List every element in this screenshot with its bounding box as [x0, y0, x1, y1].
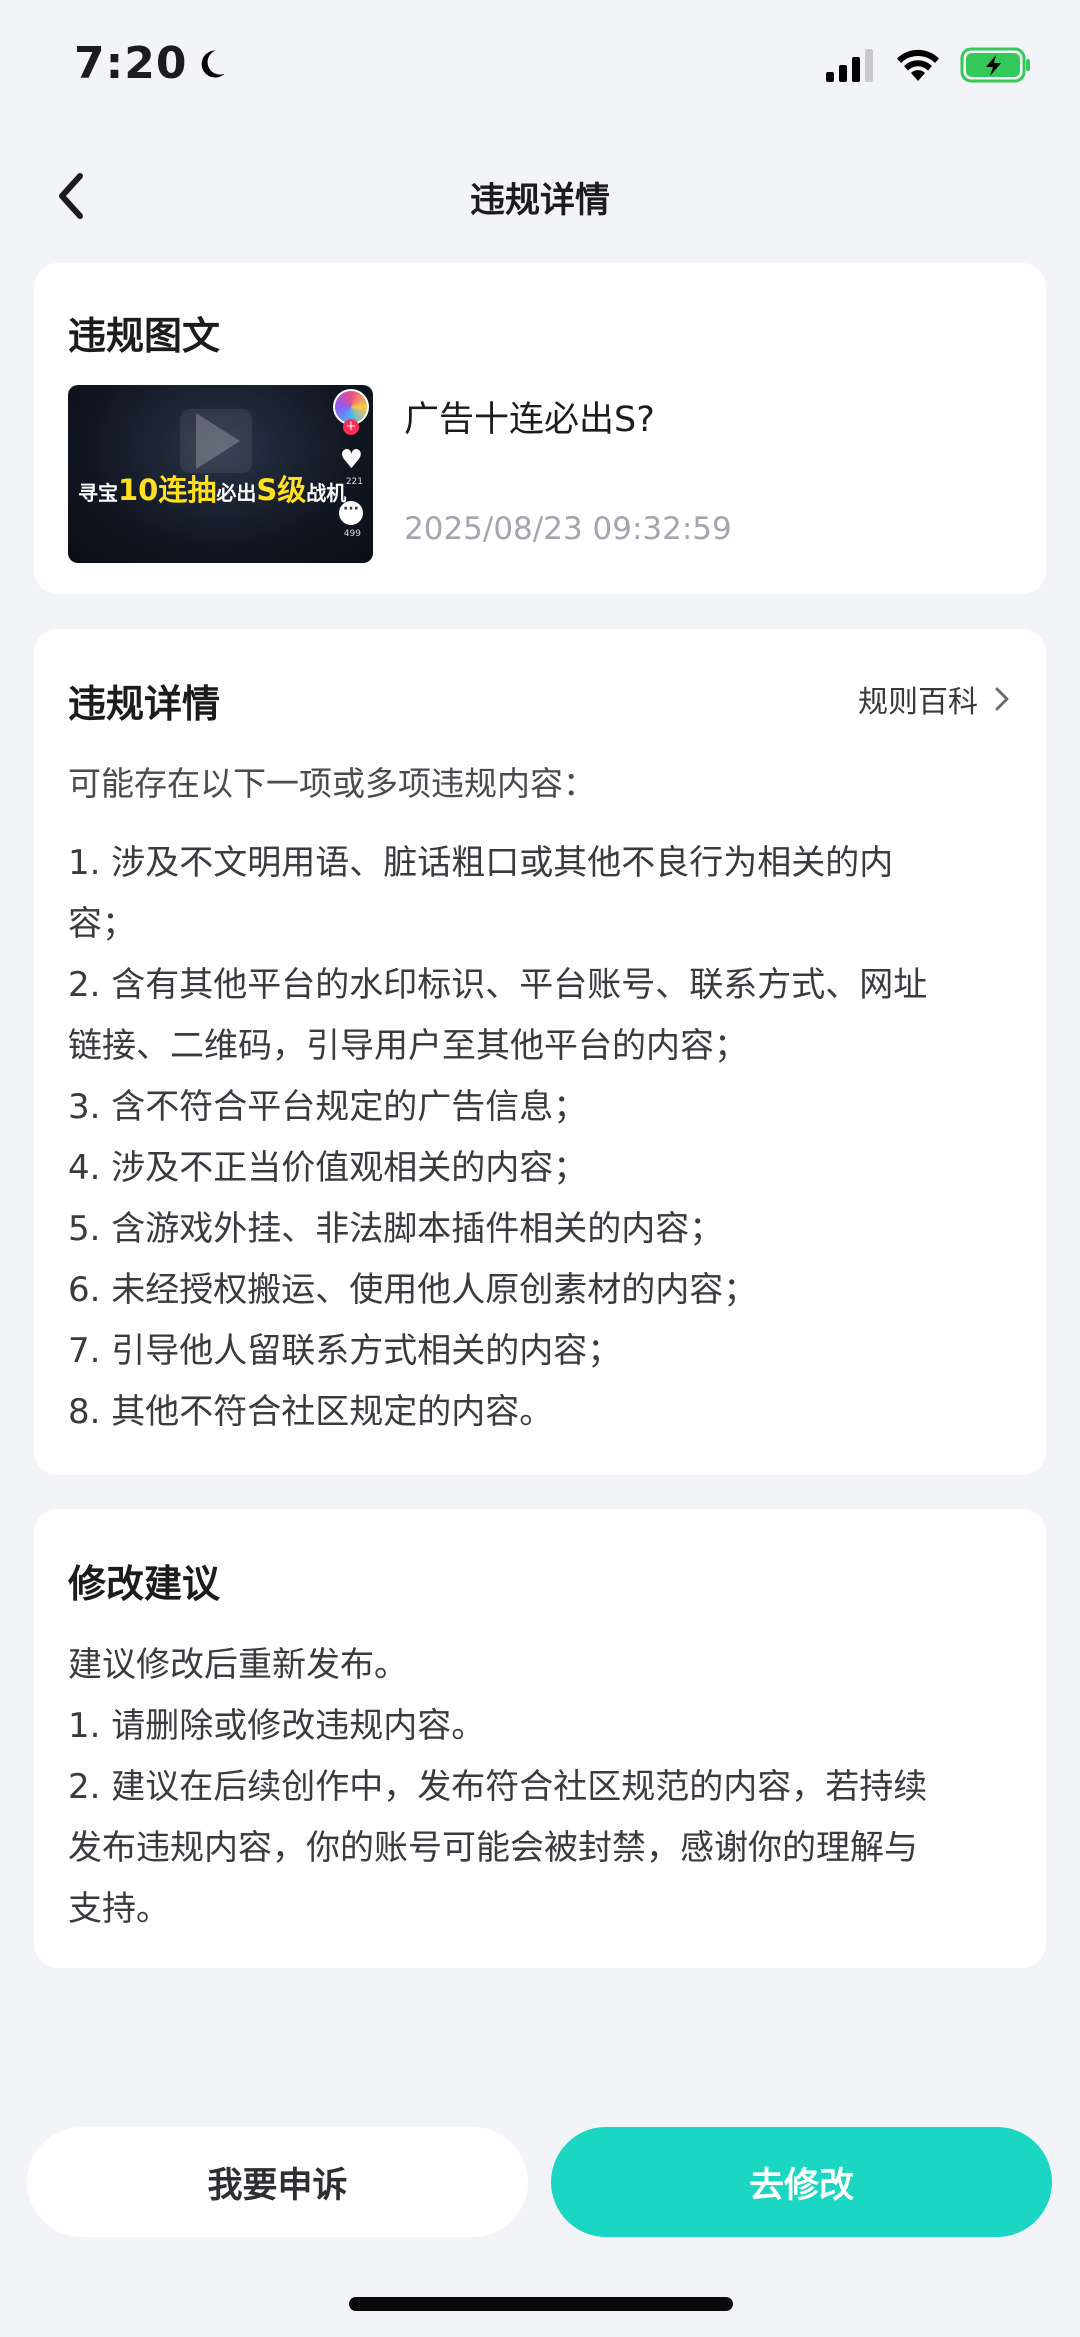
list-item: 3. 含不符合平台规定的广告信息； — [68, 1087, 588, 1127]
wifi-icon — [897, 49, 939, 81]
thumbnail-caption-highlight-1: 10连抽 — [118, 473, 217, 507]
status-bar: 7:20 — [0, 0, 1080, 130]
modify-button[interactable]: 去修改 — [551, 2127, 1052, 2237]
violating-post-heading: 违规图文 — [68, 314, 221, 358]
thumbnail-caption-highlight-2: S级 — [256, 473, 307, 507]
heart-icon: ♥ — [339, 445, 363, 475]
suggestion-line: 建议修改后重新发布。 — [68, 1645, 408, 1685]
violation-list: 1. 涉及不文明用语、脏话粗口或其他不良行为相关的内 容； 2. 含有其他平台的… — [68, 833, 1018, 1443]
follow-plus-icon: + — [343, 419, 359, 435]
navigation-bar: 违规详情 — [0, 150, 1080, 242]
suggestions-list: 建议修改后重新发布。 1. 请删除或修改违规内容。 2. 建议在后续创作中，发布… — [68, 1635, 1018, 1940]
thumbnail-caption-mid: 必出 — [216, 481, 257, 505]
thumbnail-caption-prefix: 寻宝 — [78, 481, 118, 505]
status-time: 7:20 — [74, 38, 229, 89]
list-item: 6. 未经授权搬运、使用他人原创素材的内容； — [68, 1270, 758, 1310]
violating-post-card: 违规图文 寻宝 10连抽 必出 S级 战机 + ♥ 221 ··· 499 广告… — [34, 263, 1046, 594]
cellular-signal-icon — [826, 49, 873, 82]
post-thumbnail[interactable]: 寻宝 10连抽 必出 S级 战机 + ♥ 221 ··· 499 — [68, 385, 373, 563]
list-item: 链接、二维码，引导用户至其他平台的内容； — [68, 1026, 748, 1066]
suggestion-line: 2. 建议在后续创作中，发布符合社区规范的内容，若持续 — [68, 1767, 928, 1807]
page-title: 违规详情 — [469, 181, 610, 221]
like-count: 221 — [345, 477, 363, 487]
list-item: 2. 含有其他平台的水印标识、平台账号、联系方式、网址 — [68, 965, 928, 1005]
suggestion-line: 发布违规内容，你的账号可能会被封禁，感谢你的理解与 — [68, 1828, 918, 1868]
play-icon — [196, 413, 240, 469]
battery-charging-icon — [960, 47, 1030, 83]
thumbnail-side-actions: + ♥ 221 ··· 499 — [329, 389, 369, 559]
chevron-right-icon — [995, 687, 1009, 711]
violation-details-card: 违规详情 规则百科 可能存在以下一项或多项违规内容： 1. 涉及不文明用语、脏话… — [34, 629, 1046, 1475]
list-item: 5. 含游戏外挂、非法脚本插件相关的内容； — [68, 1209, 724, 1249]
list-item: 8. 其他不符合社区规定的内容。 — [68, 1392, 554, 1432]
suggestion-line: 1. 请删除或修改违规内容。 — [68, 1706, 486, 1746]
moon-icon — [202, 49, 225, 77]
thumbnail-caption: 寻宝 10连抽 必出 S级 战机 — [78, 467, 346, 509]
list-item: 1. 涉及不文明用语、脏话粗口或其他不良行为相关的内 — [68, 843, 894, 883]
status-time-text: 7:20 — [74, 38, 188, 89]
post-timestamp: 2025/08/23 09:32:59 — [404, 511, 732, 547]
suggestion-line: 支持。 — [68, 1889, 170, 1929]
home-indicator[interactable] — [349, 2297, 733, 2311]
rules-wiki-link[interactable]: 规则百科 — [858, 677, 1010, 721]
list-item: 7. 引导他人留联系方式相关的内容； — [68, 1331, 622, 1371]
list-item: 4. 涉及不正当价值观相关的内容； — [68, 1148, 588, 1188]
list-item: 容； — [68, 904, 136, 944]
violation-intro: 可能存在以下一项或多项违规内容： — [68, 764, 596, 803]
suggestions-heading: 修改建议 — [68, 1562, 221, 1606]
post-title[interactable]: 广告十连必出S? — [404, 391, 655, 442]
status-icons — [826, 46, 1032, 84]
violation-details-heading: 违规详情 — [68, 682, 221, 726]
comment-icon: ··· — [339, 501, 363, 525]
appeal-button[interactable]: 我要申诉 — [27, 2127, 528, 2237]
rules-wiki-label: 规则百科 — [858, 685, 978, 720]
suggestions-card: 修改建议 建议修改后重新发布。 1. 请删除或修改违规内容。 2. 建议在后续创… — [34, 1509, 1046, 1968]
comment-count: 499 — [343, 529, 361, 539]
